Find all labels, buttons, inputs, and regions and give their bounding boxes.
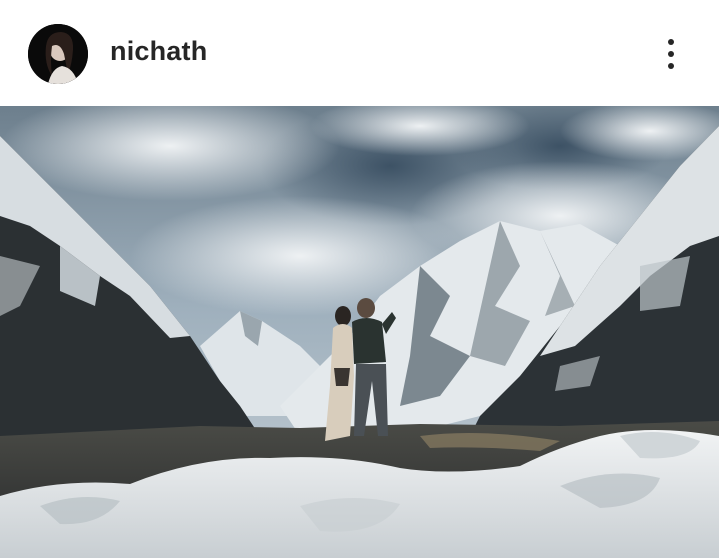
mountain-valley-photo [0, 106, 719, 558]
post-image[interactable] [0, 106, 719, 558]
post-header: nichath [0, 0, 719, 106]
more-dot [668, 63, 674, 69]
avatar-image [28, 24, 88, 84]
more-dot [668, 51, 674, 57]
avatar[interactable] [28, 24, 88, 84]
username-link[interactable]: nichath [110, 36, 207, 67]
more-dot [668, 39, 674, 45]
more-options-icon[interactable] [656, 34, 686, 74]
